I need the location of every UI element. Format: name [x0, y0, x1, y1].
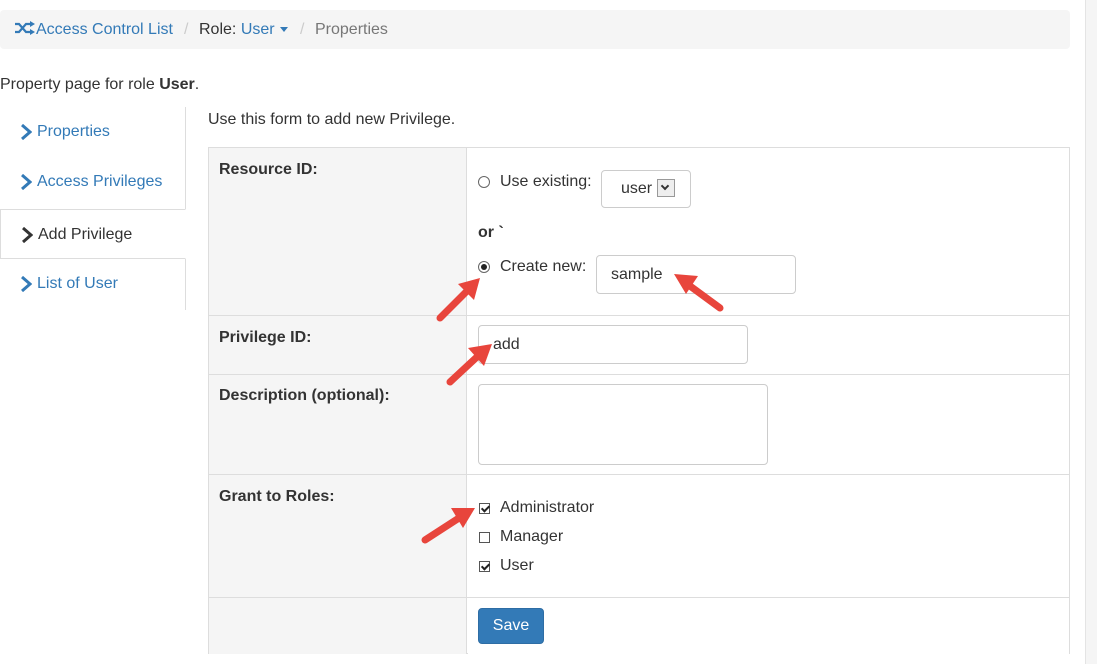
- chevron-down-icon: [657, 179, 675, 197]
- page-intro: Property page for role User.: [0, 76, 199, 94]
- side-nav-label[interactable]: List of User: [37, 274, 118, 294]
- breadcrumb-root[interactable]: Access Control List: [14, 20, 173, 40]
- breadcrumb-root-label[interactable]: Access Control List: [36, 21, 173, 38]
- breadcrumb-separator: /: [184, 21, 189, 38]
- role-label-manager[interactable]: Manager: [500, 527, 563, 547]
- breadcrumb-role-prefix: Role:: [199, 21, 237, 38]
- intro-role-name: User: [159, 76, 195, 93]
- breadcrumb-role[interactable]: Role: User: [199, 20, 288, 40]
- side-nav-item-list-of-user[interactable]: List of User: [0, 259, 186, 309]
- create-new-label[interactable]: Create new:: [500, 257, 586, 277]
- caret-down-icon: [279, 27, 288, 33]
- role-dropdown[interactable]: User: [241, 21, 288, 38]
- description-textarea[interactable]: [478, 384, 768, 465]
- resource-label-cell: Resource ID:: [209, 148, 467, 315]
- role-checkbox-user[interactable]: [479, 561, 490, 572]
- annotation-arrow-icon: [436, 278, 480, 322]
- form-intro: Use this form to add new Privilege.: [208, 111, 456, 128]
- role-label-user[interactable]: User: [500, 556, 534, 576]
- shuffle-icon: [15, 21, 35, 35]
- role-checkbox-manager[interactable]: [479, 532, 490, 543]
- privilege-form: Resource ID: Use existing: user or ` Cre…: [208, 147, 1070, 654]
- annotation-arrow-icon: [446, 344, 492, 386]
- breadcrumb-current: Properties: [315, 21, 388, 38]
- role-dropdown-label[interactable]: User: [241, 21, 275, 38]
- role-checkbox-administrator[interactable]: [479, 503, 490, 514]
- privilege-id-input[interactable]: add: [478, 325, 748, 364]
- side-nav-item-properties[interactable]: Properties: [0, 107, 186, 157]
- save-button[interactable]: Save: [478, 608, 544, 644]
- window-scrollbar[interactable]: [1085, 0, 1097, 664]
- chevron-right-icon: [21, 174, 32, 190]
- privilege-row: Privilege ID: add: [209, 315, 1069, 375]
- annotation-arrow-icon: [421, 508, 475, 544]
- resource-row: Resource ID: Use existing: user or ` Cre…: [209, 148, 1069, 315]
- existing-resource-select[interactable]: user: [601, 170, 691, 208]
- side-nav-label[interactable]: Access Privileges: [37, 172, 162, 192]
- privilege-label-cell: Privilege ID:: [209, 316, 467, 375]
- description-label-cell: Description (optional):: [209, 375, 467, 475]
- description-input-cell: [468, 375, 1069, 475]
- existing-resource-value: user: [621, 180, 653, 197]
- intro-text: Property page for role: [0, 76, 160, 93]
- side-nav-label[interactable]: Add Privilege: [38, 225, 132, 245]
- side-nav-item-access-privileges[interactable]: Access Privileges: [0, 157, 186, 207]
- actions-row: Save: [209, 597, 1069, 654]
- chevron-right-icon: [21, 276, 32, 292]
- side-nav-item-add-privilege[interactable]: Add Privilege: [0, 209, 186, 259]
- breadcrumb: Access Control List / Role: User / Prope…: [0, 10, 1070, 49]
- privilege-input-cell: add: [468, 316, 1069, 375]
- side-nav-label[interactable]: Properties: [37, 122, 110, 142]
- breadcrumb-separator: /: [300, 21, 305, 38]
- grant-row: Grant to Roles: Administrator Manager Us…: [209, 474, 1069, 598]
- role-label-administrator[interactable]: Administrator: [500, 498, 594, 518]
- privilege-label: Privilege ID:: [219, 329, 312, 346]
- chevron-right-icon: [22, 227, 33, 243]
- description-row: Description (optional):: [209, 374, 1069, 475]
- chevron-right-icon: [21, 124, 32, 140]
- grant-label: Grant to Roles:: [219, 488, 335, 505]
- actions-cell: Save: [468, 598, 1069, 654]
- resource-label: Resource ID:: [219, 161, 318, 178]
- use-existing-radio[interactable]: [478, 176, 490, 188]
- or-separator: or `: [478, 224, 504, 241]
- grant-input-cell: Administrator Manager User: [468, 475, 1069, 598]
- resource-input-cell: Use existing: user or ` Create new: samp…: [468, 148, 1069, 315]
- actions-empty-cell: [209, 598, 467, 654]
- intro-suffix: .: [194, 76, 200, 93]
- description-label: Description (optional):: [219, 387, 390, 404]
- annotation-arrow-icon: [674, 274, 724, 312]
- use-existing-label[interactable]: Use existing:: [500, 172, 592, 192]
